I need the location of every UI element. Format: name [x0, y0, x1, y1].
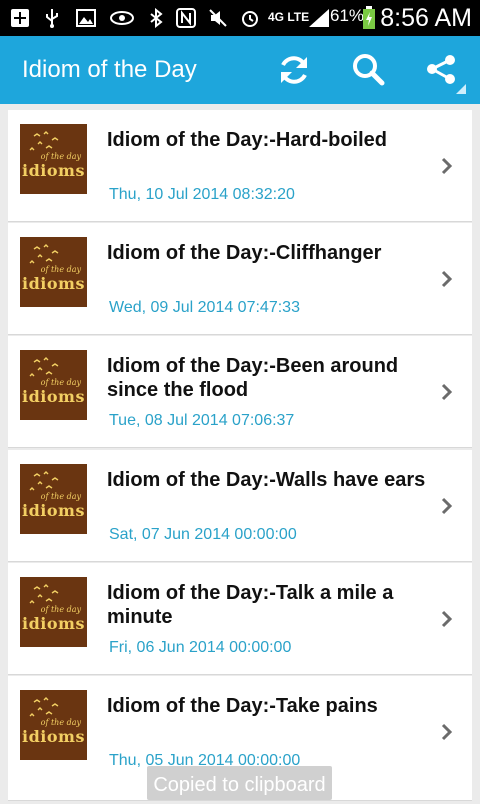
thumbnail-subtext: of the day — [40, 152, 81, 161]
idioms-thumbnail: of the day idioms — [20, 577, 87, 647]
app-title: Idiom of the Day — [22, 56, 197, 83]
clock: 8:56 AM — [380, 4, 472, 32]
thumbnail-logo: idioms — [22, 161, 85, 180]
chevron-right-icon — [441, 270, 453, 288]
chevron-right-icon — [441, 610, 453, 628]
idioms-thumbnail: of the day idioms — [20, 690, 87, 760]
image-notification-icon — [76, 9, 96, 27]
thumbnail-subtext: of the day — [40, 718, 81, 727]
eye-icon — [110, 11, 134, 25]
network-type-label: 4G LTE — [268, 10, 310, 24]
item-date: Fri, 06 Jun 2014 00:00:00 — [109, 639, 292, 656]
add-notification-icon — [11, 9, 29, 27]
list-item[interactable]: of the day idioms Idiom of the Day:-Clif… — [8, 223, 472, 335]
thumbnail-logo: idioms — [22, 614, 85, 633]
alarm-icon — [242, 11, 258, 27]
status-bar: 4G LTE 61% 8:56 AM — [0, 0, 480, 36]
search-icon[interactable] — [348, 50, 388, 90]
thumbnail-subtext: of the day — [40, 492, 81, 501]
idioms-thumbnail: of the day idioms — [20, 237, 87, 307]
clipboard-toast: Copied to clipboard — [147, 766, 332, 800]
item-date: Wed, 09 Jul 2014 07:47:33 — [109, 299, 300, 316]
item-title: Idiom of the Day:-Been around since the … — [107, 355, 399, 401]
list-item[interactable]: of the day idioms Idiom of the Day:-Wall… — [8, 450, 472, 562]
list-item[interactable]: of the day idioms Idiom of the Day:-Talk… — [8, 563, 472, 675]
action-bar: Idiom of the Day — [0, 36, 480, 104]
idioms-thumbnail: of the day idioms — [20, 124, 87, 194]
chevron-right-icon — [441, 723, 453, 741]
battery-percent: 61% — [330, 6, 365, 25]
thumbnail-subtext: of the day — [40, 605, 81, 614]
chevron-right-icon — [441, 497, 453, 515]
item-title: Idiom of the Day:-Take pains — [107, 695, 378, 717]
thumbnail-subtext: of the day — [40, 378, 81, 387]
nfc-icon — [176, 8, 196, 28]
item-date: Thu, 10 Jul 2014 08:32:20 — [109, 186, 295, 203]
thumbnail-subtext: of the day — [40, 265, 81, 274]
share-icon[interactable] — [420, 50, 460, 90]
usb-icon — [46, 9, 58, 28]
signal-icon — [309, 9, 329, 27]
refresh-icon[interactable] — [274, 50, 314, 90]
idioms-thumbnail: of the day idioms — [20, 464, 87, 534]
item-date: Sat, 07 Jun 2014 00:00:00 — [109, 526, 297, 543]
item-date: Tue, 08 Jul 2014 07:06:37 — [109, 412, 295, 429]
item-title: Idiom of the Day:-Hard-boiled — [107, 129, 387, 151]
list-item[interactable]: of the day idioms Idiom of the Day:-Hard… — [8, 110, 472, 222]
battery-charging-icon — [363, 6, 375, 29]
bluetooth-icon — [150, 8, 163, 28]
idioms-thumbnail: of the day idioms — [20, 350, 87, 420]
chevron-right-icon — [441, 157, 453, 175]
overflow-corner-icon — [456, 84, 466, 94]
item-title: Idiom of the Day:-Cliffhanger — [107, 242, 382, 264]
item-title: Idiom of the Day:-Talk a mile a minute — [107, 582, 394, 628]
thumbnail-logo: idioms — [22, 387, 85, 406]
item-title: Idiom of the Day:-Walls have ears — [107, 469, 426, 491]
thumbnail-logo: idioms — [22, 274, 85, 293]
thumbnail-logo: idioms — [22, 727, 85, 746]
mute-icon — [209, 9, 227, 27]
chevron-right-icon — [441, 383, 453, 401]
thumbnail-logo: idioms — [22, 501, 85, 520]
list-item[interactable]: of the day idioms Idiom of the Day:-Been… — [8, 336, 472, 448]
